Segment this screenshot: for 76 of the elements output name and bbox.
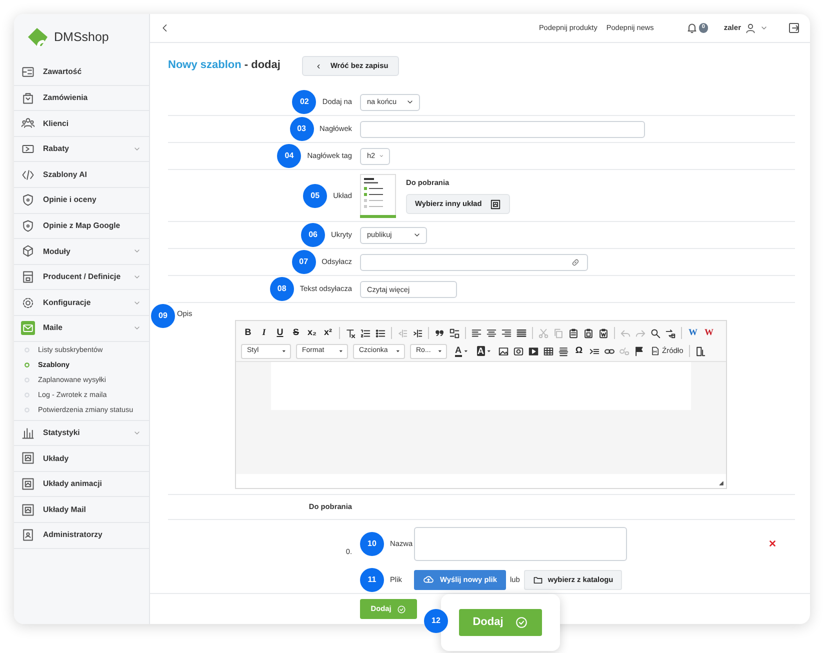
page-title: Nowy szablon - dodaj [168,59,280,73]
toolbar-button[interactable]: W [686,326,700,340]
name-field[interactable] [414,526,627,560]
clipboard-icon[interactable] [568,328,579,338]
layout-preview-drawing [360,174,396,218]
user-icon[interactable] [745,22,756,34]
replace-icon[interactable] [665,328,676,338]
step-badge: 09 [151,304,175,328]
dot-icon [24,377,30,384]
url-field[interactable] [360,254,588,270]
bell-icon[interactable] [686,22,698,34]
flag-icon[interactable] [634,346,645,356]
caret-icon [437,348,443,354]
toolbar-button[interactable]: S [289,326,303,340]
step-badge: 10 [360,532,384,556]
horizontal-rule-icon[interactable] [558,346,569,356]
toolbar-button[interactable]: x₂ [305,326,319,340]
bullet-list-icon[interactable] [375,328,386,338]
chevron-icon[interactable] [760,24,768,32]
toolbar-button[interactable]: x² [321,326,335,340]
clipboard-icon[interactable] [583,328,594,338]
indent-icon[interactable] [412,328,423,338]
caret-icon [338,348,344,354]
clipboard-icon[interactable] [598,328,609,338]
step-badge: 05 [303,184,328,208]
dot-icon [24,347,30,354]
align-justify-icon[interactable] [516,328,527,338]
clear-format-icon[interactable] [345,328,356,338]
toolbar-button[interactable]: W [702,326,716,340]
align-left-icon[interactable] [471,328,482,338]
chevron-icon [413,231,421,239]
search-icon[interactable] [650,328,661,338]
table-icon[interactable] [543,346,554,356]
step-badge: 08 [270,277,294,301]
step-badge: 03 [290,117,314,141]
logout-icon[interactable] [788,22,800,34]
cloud-upload-icon [423,574,434,585]
page-icon [650,346,660,356]
chevron-left-icon [315,62,322,70]
block-icon[interactable] [449,328,460,338]
step-badge: 02 [292,90,316,114]
toolbar-button[interactable]: I [257,326,271,340]
check-circle-icon [397,604,406,614]
resize-handle-icon[interactable] [717,479,724,486]
media-icon[interactable] [513,346,524,356]
align-center-icon[interactable] [486,328,497,338]
caret-icon [281,348,287,354]
text-field[interactable] [360,120,645,138]
folder-icon [532,574,543,584]
caret-icon [486,348,492,354]
image-icon[interactable] [498,346,509,356]
maximize-icon[interactable] [695,346,706,356]
dot-icon [24,407,30,414]
film-icon[interactable] [528,346,539,356]
chevron-icon [379,152,384,160]
caret-icon [395,348,401,354]
toolbar-button[interactable]: B [241,326,255,340]
chevron-icon [406,98,414,106]
step-badge: 07 [292,250,316,274]
toolbar-button[interactable]: Ω [572,344,586,358]
link-icon [571,258,580,266]
frame-icon [490,198,501,210]
text-color-button[interactable]: A [455,346,468,356]
step-badge: 06 [301,223,326,247]
quote-icon[interactable] [434,328,445,338]
dot-icon [24,392,30,398]
align-right-icon[interactable] [501,328,512,338]
close-icon[interactable] [768,539,777,548]
toolbar-button[interactable]: U [273,326,287,340]
dot-icon [24,362,30,368]
numbered-list-icon[interactable] [360,328,371,338]
logo-text: DMSshop [54,28,109,46]
caret-icon [462,348,468,354]
step-badge: 11 [360,568,384,592]
check-circle-icon [515,616,528,629]
step-badge: 04 [277,144,302,168]
